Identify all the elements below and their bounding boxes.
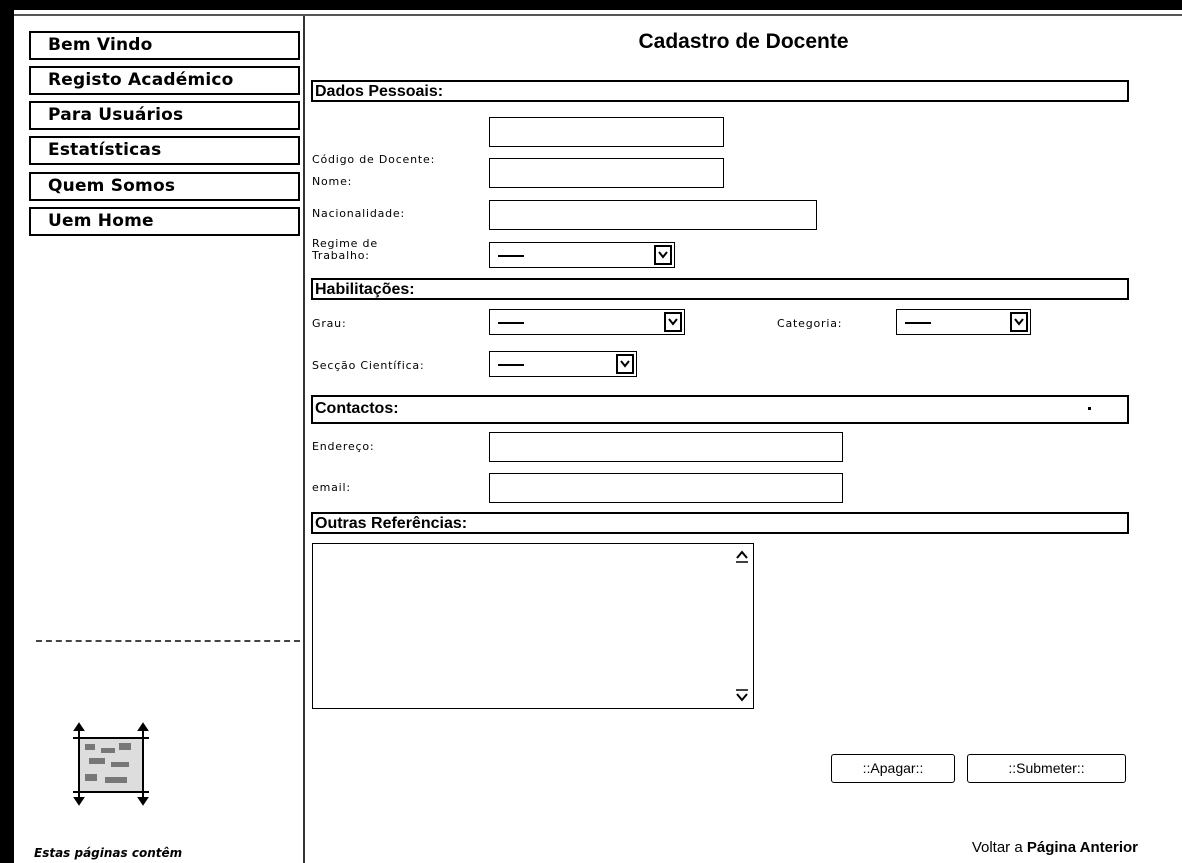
back-link[interactable]: Voltar a Página Anterior [972,839,1138,856]
section-contactos-label: Contactos: [315,400,399,417]
sidebar-item-quem-somos[interactable]: Quem Somos [29,172,300,201]
endereco-input[interactable] [489,432,843,462]
sidebar-separator [36,640,300,642]
sidebar-item-estatisticas[interactable]: Estatísticas [29,136,300,165]
scroll-logo-icon [73,722,149,806]
nacionalidade-label: Nacionalidade: [312,207,406,220]
selected-placeholder-dash [498,255,524,257]
regime-trabalho-label-line2: Trabalho: [312,249,370,262]
codigo-docente-input[interactable] [489,117,724,147]
section-dados-pessoais: Dados Pessoais: [311,80,1129,102]
apagar-button[interactable]: ::Apagar:: [831,754,955,783]
categoria-label: Categoria: [777,317,843,330]
window-left-border [0,0,14,863]
back-link-prefix: Voltar a [971,839,1027,856]
chevron-down-icon[interactable] [1010,312,1028,332]
scroll-up-icon[interactable] [735,548,749,564]
selected-placeholder-dash [498,364,524,366]
section-habilitacoes: Habilitações: [311,278,1129,300]
nacionalidade-input[interactable] [489,200,817,230]
page-title: Cadastro de Docente [638,30,849,53]
sidebar-item-uem-home[interactable]: Uem Home [29,207,300,236]
selected-placeholder-dash [498,322,524,324]
back-link-target[interactable]: Página Anterior [1027,839,1138,856]
email-label: email: [312,481,351,494]
top-rule [14,14,1182,16]
submeter-button[interactable]: ::Submeter:: [967,754,1126,783]
nome-input[interactable] [489,158,724,188]
regime-trabalho-select[interactable] [489,242,675,268]
sidebar-item-bem-vindo[interactable]: Bem Vindo [29,31,300,60]
sidebar-item-registo-academico[interactable]: Registo Académico [29,66,300,95]
seccao-cientifica-select[interactable] [489,351,637,377]
grau-label: Grau: [312,317,347,330]
endereco-label: Endereço: [312,440,375,453]
scroll-down-icon[interactable] [735,688,749,704]
codigo-docente-label: Código de Docente: [312,153,436,166]
chevron-down-icon[interactable] [654,245,672,265]
chevron-down-icon[interactable] [616,354,634,374]
section-contactos: Contactos: [311,395,1129,424]
sidebar-divider-rule [303,16,305,863]
window-top-border [0,0,1182,10]
sidebar-note: Estas páginas contêm [34,846,183,860]
selected-placeholder-dash [905,322,931,324]
chevron-down-icon[interactable] [664,312,682,332]
outras-referencias-textarea[interactable] [312,543,754,709]
nome-label: Nome: [312,175,353,188]
email-input[interactable] [489,473,843,503]
seccao-cientifica-label: Secção Científica: [312,359,425,372]
sidebar-item-para-usuarios[interactable]: Para Usuários [29,101,300,130]
section-outras-referencias: Outras Referências: [311,512,1129,534]
grau-select[interactable] [489,309,685,335]
categoria-select[interactable] [896,309,1031,335]
dot-mark [1088,407,1091,410]
